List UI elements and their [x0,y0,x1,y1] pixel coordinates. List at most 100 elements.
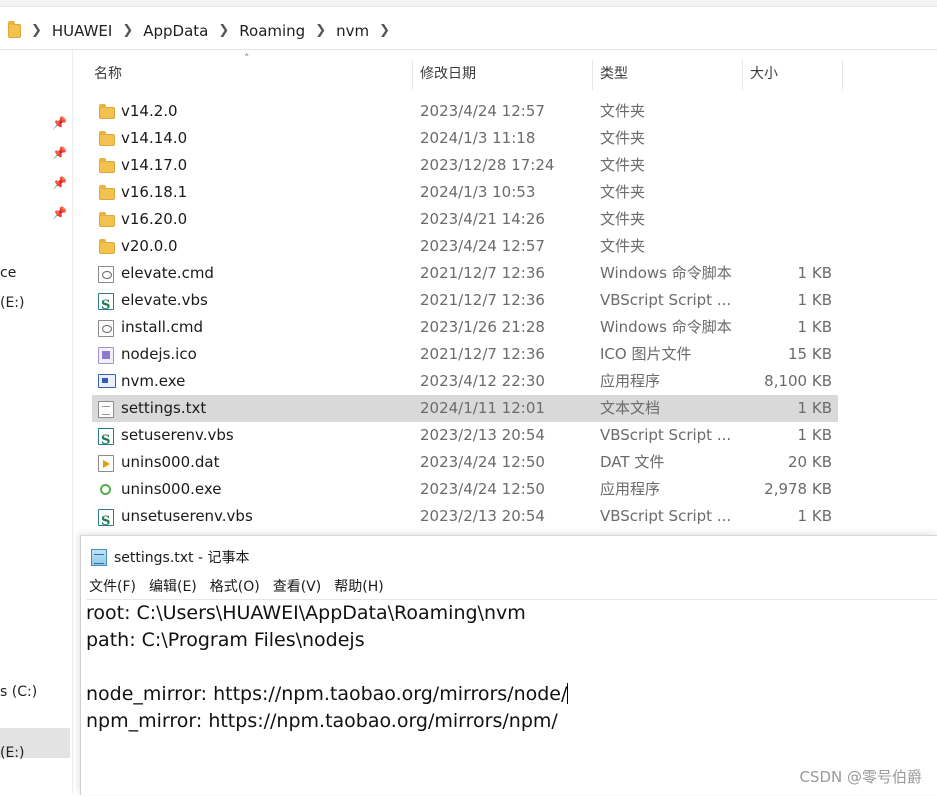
notepad-window[interactable]: settings.txt - 记事本 文件(F) 编辑(E) 格式(O) 查看(… [80,535,937,795]
breadcrumb-roaming[interactable]: Roaming [239,22,305,40]
file-row[interactable]: unsetuserenv.vbs 2023/2/13 20:54 VBScript … [92,503,838,535]
folder-icon [99,131,115,146]
file-name: v16.20.0 [121,210,188,228]
breadcrumb-nvm[interactable]: nvm [336,22,369,40]
file-row[interactable]: elevate.vbs 2021/12/7 12:36 VBScript Scrip… [92,287,838,319]
file-type: 文件夹 [600,156,646,174]
nav-item-partial[interactable]: ce [0,265,16,281]
column-divider[interactable] [842,60,843,90]
file-row[interactable]: v16.18.1 2024/1/3 10:53 文件夹 [92,179,838,206]
pin-icon[interactable]: 📌 [52,116,67,130]
chevron-right-icon[interactable]: ❯ [315,23,326,38]
notepad-icon [91,548,107,566]
watermark: CSDN @零号伯爵 [799,768,922,786]
file-date: 2023/4/21 14:26 [420,210,545,228]
pin-icon[interactable]: 📌 [52,176,67,190]
file-row[interactable]: unins000.dat 2023/4/24 12:50 DAT 文件 20 KB [92,449,838,476]
file-row[interactable]: settings.txt 2024/1/11 12:01 文本文档 1 KB [92,395,838,422]
file-date: 2023/2/13 20:54 [420,507,545,525]
file-row[interactable]: v14.2.0 2023/4/24 12:57 文件夹 [92,98,838,125]
menu-help[interactable]: 帮助(H) [334,576,383,598]
menu-view[interactable]: 查看(V) [273,576,322,598]
folder-icon [99,158,115,173]
file-name: elevate.cmd [121,264,214,282]
file-row[interactable]: setuserenv.vbs 2023/2/13 20:54 VBScript Sc… [92,422,838,454]
pin-icon[interactable]: 📌 [52,146,67,160]
file-date: 2023/12/28 17:24 [420,156,555,174]
column-header-name[interactable]: 名称 [94,58,412,90]
file-name: v20.0.0 [121,237,178,255]
folder-icon [99,185,115,200]
file-size: 1 KB [797,507,832,525]
file-name: v14.14.0 [121,129,188,147]
column-header-date[interactable]: 修改日期 [420,58,592,90]
text-line: root: C:\Users\HUAWEI\AppData\Roaming\nv… [86,602,526,624]
file-name: install.cmd [121,318,204,336]
file-type: 应用程序 [600,480,661,498]
folder-icon [8,20,21,38]
breadcrumb-huawei[interactable]: HUAWEI [52,22,112,40]
file-row[interactable]: nvm.exe 2023/4/12 22:30 应用程序 8,100 KB [92,368,838,395]
chevron-right-icon[interactable]: ❯ [218,23,229,38]
file-size: 1 KB [797,318,832,336]
folder-icon [99,104,115,119]
file-name: v14.17.0 [121,156,188,174]
nav-item-drive-e[interactable]: (E:) [0,295,25,311]
column-divider[interactable] [592,60,593,90]
chevron-right-icon[interactable]: ❯ [31,23,42,38]
file-date: 2021/12/7 12:36 [420,345,545,363]
file-row[interactable]: install.cmd 2023/1/26 21:28 Windows 命令脚本 1 … [92,314,838,341]
txt-file-icon [98,401,114,418]
breadcrumb-appdata[interactable]: AppData [143,22,208,40]
text-line [86,654,937,681]
notepad-menubar: 文件(F) 编辑(E) 格式(O) 查看(V) 帮助(H) [89,576,397,598]
file-size: 15 KB [788,345,832,363]
file-row[interactable]: v14.14.0 2024/1/3 11:18 文件夹 [92,125,838,152]
file-type: 文本文档 [600,399,661,417]
cmd-file-icon [98,266,114,283]
column-header-type[interactable]: 类型 [600,58,742,90]
address-bar[interactable]: ❯ HUAWEI ❯ AppData ❯ Roaming ❯ nvm ❯ [0,12,937,50]
pin-icon[interactable]: 📌 [52,206,67,220]
file-row[interactable]: nodejs.ico 2021/12/7 12:36 ICO 图片文件 15 KB [92,341,838,368]
file-size: 1 KB [797,426,832,444]
notepad-title-bar[interactable]: settings.txt - 记事本 [91,546,250,568]
cmd-file-icon [98,320,114,337]
vbs-file-icon [98,508,114,535]
file-row[interactable]: v16.20.0 2023/4/21 14:26 文件夹 [92,206,838,233]
file-date: 2021/12/7 12:36 [420,291,545,309]
column-divider[interactable] [412,60,413,90]
text-line-with-caret: node_mirror: https://npm.taobao.org/mirr… [86,681,937,708]
file-type: 文件夹 [600,237,646,255]
file-type: VBScript Script ... [600,426,732,444]
file-type: Windows 命令脚本 [600,264,732,282]
column-header-size[interactable]: 大小 [750,58,842,90]
file-row[interactable]: v20.0.0 2023/4/24 12:57 文件夹 [92,233,838,260]
menu-file[interactable]: 文件(F) [89,576,136,598]
folder-icon [99,239,115,254]
nav-item-drive-e-2[interactable]: (E:) [0,745,25,761]
navigation-pane: 📌 📌 📌 📌 ce (E:) s (C:) (E:) [0,50,73,794]
file-size: 1 KB [797,399,832,417]
file-name: settings.txt [121,399,207,417]
menu-format[interactable]: 格式(O) [210,576,260,598]
file-name: setuserenv.vbs [121,426,234,444]
file-date: 2023/4/24 12:50 [420,480,545,498]
chevron-right-icon[interactable]: ❯ [122,23,133,38]
file-date: 2024/1/3 11:18 [420,129,536,147]
text-line-content: node_mirror: https://npm.taobao.org/mirr… [86,683,568,705]
file-type: 文件夹 [600,129,646,147]
file-name: elevate.vbs [121,291,208,309]
text-caret [567,683,569,704]
chevron-right-icon[interactable]: ❯ [379,23,390,38]
dat-file-icon [98,455,114,472]
menu-edit[interactable]: 编辑(E) [149,576,197,598]
file-type: Windows 命令脚本 [600,318,732,336]
column-divider[interactable] [742,60,743,90]
file-type: 应用程序 [600,372,661,390]
nav-item-drive-c[interactable]: s (C:) [0,684,37,700]
file-row[interactable]: v14.17.0 2023/12/28 17:24 文件夹 [92,152,838,179]
file-type: 文件夹 [600,210,646,228]
file-row[interactable]: elevate.cmd 2021/12/7 12:36 Windows 命令脚本 1 … [92,260,838,287]
file-row[interactable]: unins000.exe 2023/4/24 12:50 应用程序 2,978 KB [92,476,838,503]
